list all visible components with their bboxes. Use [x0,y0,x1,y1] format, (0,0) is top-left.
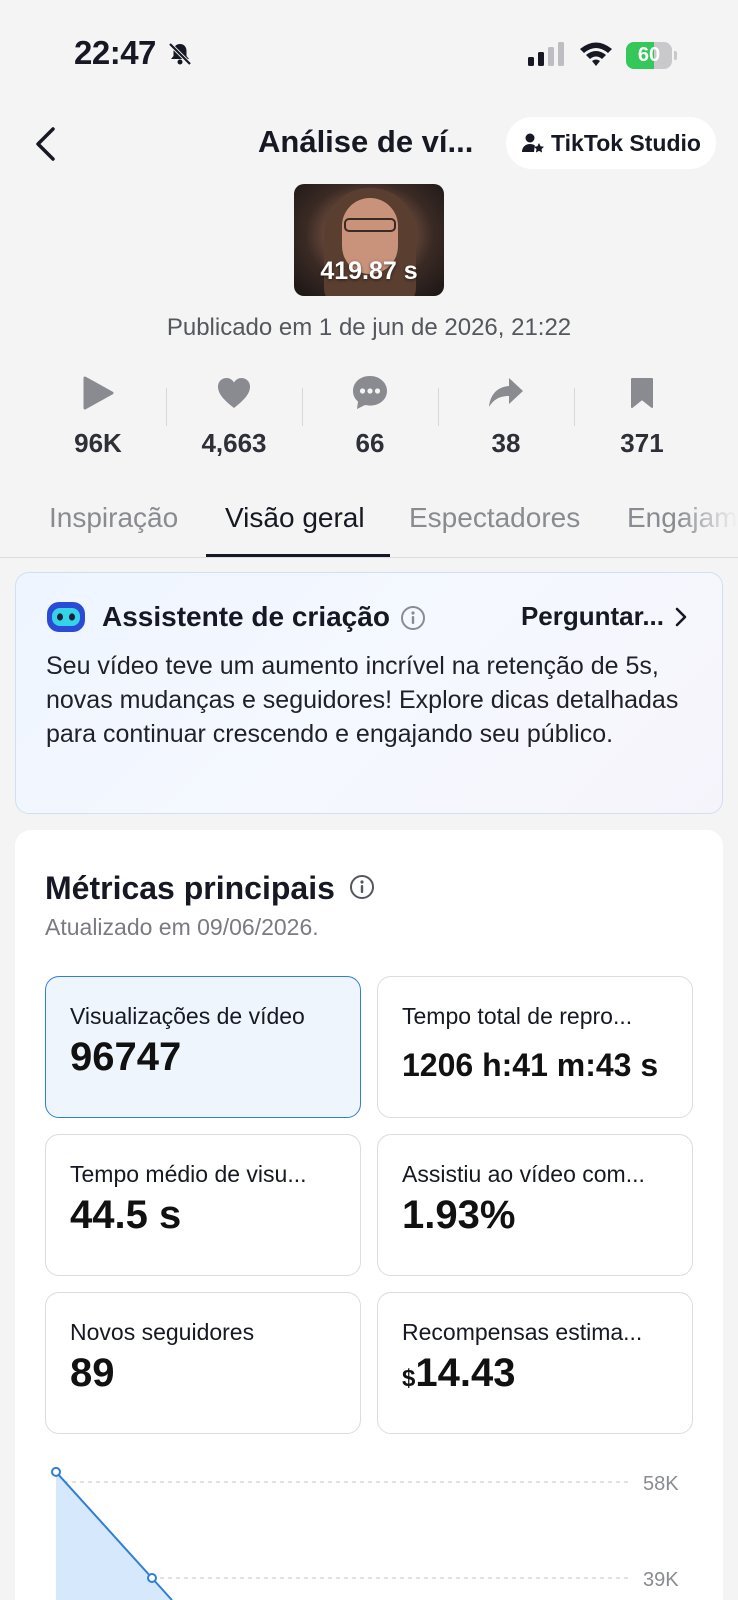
tiktok-studio-label: TikTok Studio [551,129,701,156]
metric-label: Visualizações de vídeo [70,1003,305,1029]
video-duration: 419.87 s [320,257,418,285]
assistant-title: Assistente de criação [102,601,390,632]
stat-comments: 66 [302,372,438,462]
metric-value: 1.93% [402,1193,516,1237]
bell-muted-icon [168,42,192,66]
bookmark-icon [631,378,653,408]
metric-total-watch-time[interactable]: Tempo total de repro... 1206 h:41 m:43 s [377,976,693,1118]
chevron-left-icon [36,127,55,161]
tab-inspiracao[interactable]: Inspiração [49,502,178,534]
tab-bar: Inspiração Visão geral Espectadores Enga… [0,488,738,558]
metric-estimated-rewards[interactable]: Recompensas estima... $14.43 [377,1292,693,1434]
tab-visao-geral[interactable]: Visão geral [225,502,365,534]
cellular-signal-icon [528,42,564,66]
metric-value: 1206 h:41 m:43 s [402,1047,659,1083]
heart-icon [218,378,250,408]
metric-average-watch-time[interactable]: Tempo médio de visu... 44.5 s [45,1134,361,1276]
ask-assistant-button[interactable]: Perguntar... [521,601,688,632]
metrics-title: Métricas principais [45,870,335,906]
metric-label: Assistiu ao vídeo com... [402,1161,645,1187]
data-point[interactable] [51,1466,61,1477]
tab-espectadores[interactable]: Espectadores [409,502,580,534]
metric-value: 89 [70,1351,115,1395]
metric-label: Tempo médio de visu... [70,1161,307,1187]
metric-value: $14.43 [402,1351,515,1396]
tiktok-studio-button[interactable]: TikTok Studio [506,117,716,169]
back-button[interactable] [26,122,66,166]
info-icon[interactable] [400,605,426,631]
stat-views: 96K [30,372,166,462]
video-thumbnail[interactable]: 419.87 s [294,184,444,296]
active-tab-indicator [206,554,390,557]
metric-value: 44.5 s [70,1193,182,1237]
person-star-icon [522,133,545,153]
metric-amount: 14.43 [415,1351,516,1395]
assistant-message: Seu vídeo teve um aumento incrível na re… [46,652,679,748]
info-icon[interactable] [349,874,375,900]
video-stats: 96K 4,663 66 38 371 [30,372,710,462]
metric-label: Novos seguidores [70,1319,255,1345]
metrics-updated-date: Atualizado em 09/06/2026. [45,914,319,940]
creation-assistant-card[interactable]: Assistente de criação Perguntar... Seu v… [15,572,723,814]
y-tick-label: 58K [643,1473,679,1495]
assistant-logo-icon [47,602,85,632]
battery-level: 60 [637,44,661,66]
battery-indicator: 60 [626,42,677,69]
stat-comments-value: 66 [355,428,385,458]
metric-full-video-watched[interactable]: Assistiu ao vídeo com... 1.93% [377,1134,693,1276]
stat-views-value: 96K [74,428,122,458]
chevron-right-icon [675,607,687,626]
share-icon [489,378,523,407]
stat-likes: 4,663 [166,372,302,462]
metric-video-views[interactable]: Visualizações de vídeo 96747 [45,976,361,1118]
currency-symbol: $ [402,1365,416,1392]
metric-label: Tempo total de repro... [402,1003,633,1029]
wifi-icon [580,42,612,66]
comment-icon [353,376,387,409]
status-time: 22:47 [74,34,156,71]
published-date: Publicado em 1 de jun de 2026, 21:22 [166,314,572,341]
metric-value: 96747 [70,1035,182,1079]
data-point[interactable] [147,1573,157,1583]
stat-saves-value: 371 [620,428,664,458]
status-bar: 22:47 60 [0,0,738,108]
metric-label: Recompensas estima... [402,1319,643,1345]
stat-likes-value: 4,663 [201,428,267,458]
metric-new-followers[interactable]: Novos seguidores 89 [45,1292,361,1434]
page-title: Análise de ví... [258,124,474,159]
stat-shares-value: 38 [491,428,521,458]
stat-saves: 371 [574,372,710,462]
play-icon [83,376,114,410]
y-tick-label: 39K [643,1569,679,1591]
stat-shares: 38 [438,372,574,462]
video-views-chart[interactable]: 58K 39K [0,1450,738,1600]
ask-assistant-label: Perguntar... [520,601,664,631]
